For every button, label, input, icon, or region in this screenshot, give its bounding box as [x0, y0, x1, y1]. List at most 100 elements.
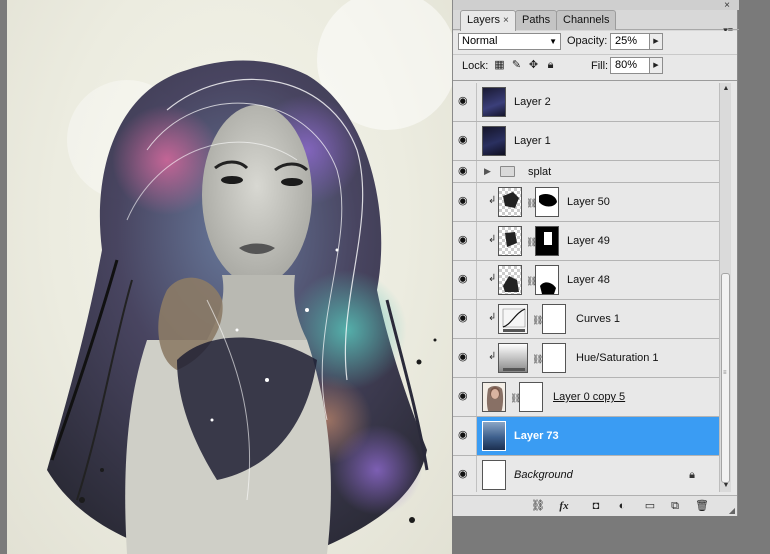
eye-icon[interactable]: ◉	[458, 135, 472, 146]
expand-arrow-icon[interactable]: ▶	[484, 166, 491, 177]
layer-mask-thumbnail[interactable]	[535, 187, 559, 217]
layer-mask-thumbnail[interactable]	[519, 382, 543, 412]
layer-name[interactable]: Layer 49	[567, 235, 610, 247]
layer-row-layer-49[interactable]: ◉ ↲ ⛓ Layer 49	[453, 222, 719, 261]
layer-name[interactable]: Hue/Saturation 1	[576, 352, 659, 364]
eye-icon[interactable]: ◉	[458, 274, 472, 285]
lock-position-icon[interactable]: ✥	[527, 59, 540, 72]
visibility-toggle[interactable]: ◉	[453, 300, 477, 338]
new-layer-icon[interactable]: ⧉	[667, 499, 683, 513]
layer-mask-thumbnail[interactable]	[542, 304, 566, 334]
lock-transparency-icon[interactable]: ▦	[493, 59, 506, 72]
layer-thumbnail[interactable]	[482, 460, 506, 490]
adjustment-layer-icon[interactable]: ◐	[614, 499, 630, 513]
visibility-toggle[interactable]: ◉	[453, 161, 477, 182]
layer-thumbnail[interactable]	[482, 126, 506, 156]
link-icon[interactable]: ⛓	[526, 198, 537, 208]
layer-row-hue-saturation-1[interactable]: ◉ ↲ ⛓ Hue/Saturation 1	[453, 339, 719, 378]
tab-layers[interactable]: Layers ×	[460, 10, 516, 31]
layer-name[interactable]: Layer 1	[514, 135, 551, 147]
clipping-arrow-icon: ↲	[488, 273, 497, 284]
layer-mask-thumbnail[interactable]	[535, 226, 559, 256]
eye-icon[interactable]: ◉	[458, 235, 472, 246]
link-icon[interactable]: ⛓	[510, 393, 521, 403]
visibility-toggle[interactable]: ◉	[453, 378, 477, 416]
eye-icon[interactable]: ◉	[458, 469, 472, 480]
layer-row-layer-1[interactable]: ◉ Layer 1	[453, 122, 719, 161]
layer-row-layer-2[interactable]: ◉ Layer 2	[453, 83, 719, 122]
visibility-toggle[interactable]: ◉	[453, 222, 477, 260]
layer-thumbnail[interactable]	[482, 382, 506, 412]
eye-icon[interactable]: ◉	[458, 430, 472, 441]
visibility-toggle[interactable]: ◉	[453, 183, 477, 221]
layer-thumbnail[interactable]	[482, 421, 506, 451]
visibility-toggle[interactable]: ◉	[453, 122, 477, 160]
visibility-toggle[interactable]: ◉	[453, 456, 477, 492]
eye-icon[interactable]: ◉	[458, 352, 472, 363]
opacity-input[interactable]: 25%	[610, 33, 650, 50]
link-icon[interactable]: ⛓	[532, 315, 543, 325]
visibility-toggle[interactable]: ◉	[453, 261, 477, 299]
layer-thumbnail[interactable]	[498, 187, 522, 217]
blend-mode-select[interactable]: Normal ▼	[458, 33, 561, 50]
curves-adjustment-icon[interactable]	[498, 304, 528, 334]
layer-mask-thumbnail[interactable]	[535, 265, 559, 295]
opacity-slider-button[interactable]: ▶	[650, 33, 663, 50]
eye-icon[interactable]: ◉	[458, 196, 472, 207]
visibility-toggle[interactable]: ◉	[453, 417, 477, 455]
panel-title-strip[interactable]	[453, 0, 739, 10]
eye-icon[interactable]: ◉	[458, 313, 472, 324]
add-mask-icon[interactable]: ◘	[588, 499, 604, 513]
layer-row-curves-1[interactable]: ◉ ↲ ⛓ Curves 1	[453, 300, 719, 339]
lock-pixels-icon[interactable]: ✎	[510, 59, 523, 72]
layers-panel: × Layers × Paths Channels ▾≡ Normal ▼ Opa…	[452, 0, 739, 516]
eye-icon[interactable]: ◉	[458, 391, 472, 402]
link-icon[interactable]: ⛓	[526, 237, 537, 247]
link-icon[interactable]: ⛓	[532, 354, 543, 364]
layer-thumbnail[interactable]	[482, 87, 506, 117]
layer-name[interactable]: Background	[514, 469, 573, 481]
eye-icon[interactable]: ◉	[458, 96, 472, 107]
layer-name[interactable]: Layer 50	[567, 196, 610, 208]
tab-close-icon[interactable]: ×	[503, 15, 509, 26]
eye-icon[interactable]: ◉	[458, 166, 472, 177]
layer-list[interactable]: ◉ Layer 2 ◉ Layer 1 ◉ ▶ splat ◉ ↲ ⛓ Laye…	[453, 83, 719, 492]
layer-row-layer-0-copy-5[interactable]: ◉ ⛓ Layer 0 copy 5	[453, 378, 719, 417]
scroll-up-icon[interactable]: ▲	[720, 83, 732, 95]
layer-thumbnail[interactable]	[498, 226, 522, 256]
layer-row-group-splat[interactable]: ◉ ▶ splat	[453, 161, 719, 183]
document-canvas[interactable]	[0, 0, 452, 554]
hue-saturation-adjustment-icon[interactable]	[498, 343, 528, 373]
fx-icon[interactable]: fx	[556, 499, 572, 513]
layer-list-scrollbar[interactable]: ▲ ≡ ▼	[719, 83, 731, 492]
tab-channels[interactable]: Channels	[556, 10, 617, 30]
trash-icon[interactable]: 🗑︎	[694, 499, 710, 513]
divider	[453, 54, 737, 55]
new-group-icon[interactable]: ▭	[642, 499, 658, 513]
fill-input[interactable]: 80%	[610, 57, 650, 74]
layer-row-layer-73[interactable]: ◉ Layer 73	[453, 417, 719, 456]
link-icon[interactable]: ⛓	[530, 499, 546, 513]
scroll-down-icon[interactable]: ▼	[720, 480, 732, 492]
tab-paths-label: Paths	[522, 14, 551, 26]
scrollbar-thumb[interactable]: ≡	[721, 273, 730, 483]
link-icon[interactable]: ⛓	[526, 276, 537, 286]
tab-paths[interactable]: Paths	[515, 10, 558, 30]
layer-name[interactable]: Layer 0 copy 5	[553, 391, 625, 403]
layer-row-layer-50[interactable]: ◉ ↲ ⛓ Layer 50	[453, 183, 719, 222]
layer-mask-thumbnail[interactable]	[542, 343, 566, 373]
fill-slider-button[interactable]: ▶	[650, 57, 663, 74]
visibility-toggle[interactable]: ◉	[453, 83, 477, 121]
layer-row-background[interactable]: ◉ Background 🔒︎	[453, 456, 719, 492]
layer-name[interactable]: Curves 1	[576, 313, 620, 325]
layer-thumbnail[interactable]	[498, 265, 522, 295]
visibility-toggle[interactable]: ◉	[453, 339, 477, 377]
lock-icon: 🔒︎	[689, 469, 695, 481]
resize-grip-icon[interactable]: ◢	[729, 506, 735, 515]
layer-name[interactable]: Layer 2	[514, 96, 551, 108]
lock-all-icon[interactable]: 🔒︎	[544, 59, 557, 72]
layer-name[interactable]: Layer 48	[567, 274, 610, 286]
layer-row-layer-48[interactable]: ◉ ↲ ⛓ Layer 48	[453, 261, 719, 300]
layer-name[interactable]: Layer 73	[514, 430, 559, 442]
layer-name[interactable]: splat	[528, 166, 551, 178]
